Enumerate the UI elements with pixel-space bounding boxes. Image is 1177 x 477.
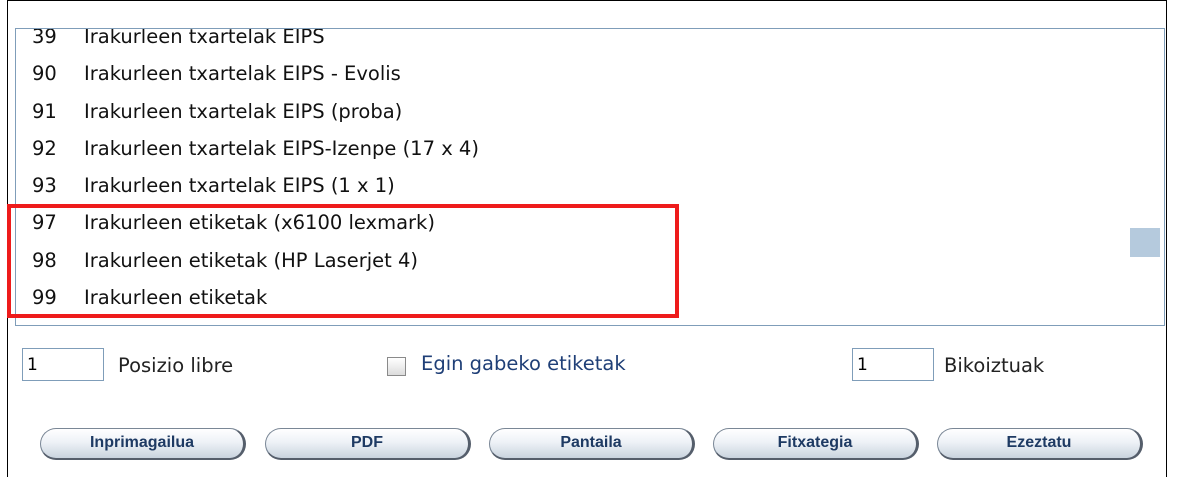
list-item[interactable]: 91 Irakurleen txartelak EIPS (proba) — [16, 93, 1124, 130]
item-name: Irakurleen txartelak EIPS-Izenpe (17 x 4… — [84, 136, 479, 160]
unprinted-labels-label[interactable]: Egin gabeko etiketak — [421, 352, 626, 375]
item-name: Irakurleen txartelak EIPS - Evolis — [84, 62, 401, 86]
item-name: Irakurleen txartelak EIPS — [84, 28, 325, 48]
free-position-input[interactable] — [22, 348, 104, 381]
list-item[interactable]: 39 Irakurleen txartelak EIPS — [16, 28, 1124, 55]
list-item[interactable]: 93 Irakurleen txartelak EIPS (1 x 1) — [16, 167, 1124, 204]
item-name: Irakurleen etiketak — [84, 286, 268, 310]
file-button[interactable]: Fitxategia — [713, 428, 919, 460]
label-format-list[interactable]: 39 Irakurleen txartelak EIPS 90 Irakurleen… — [15, 28, 1165, 326]
list-item[interactable]: 97 Irakurleen etiketak (x6100 lexmark) — [16, 204, 1124, 241]
screen-button[interactable]: Pantaila — [489, 428, 695, 460]
pdf-button[interactable]: PDF — [265, 428, 471, 460]
free-position-label: Posizio libre — [118, 354, 234, 377]
list-item[interactable]: 98 Irakurleen etiketak (HP Laserjet 4) — [16, 242, 1124, 279]
item-name: Irakurleen etiketak (HP Laserjet 4) — [84, 248, 418, 272]
list-items-container: 39 Irakurleen txartelak EIPS 90 Irakurleen… — [16, 28, 1124, 316]
duplicates-label: Bikoiztuak — [944, 354, 1045, 377]
item-code: 97 — [32, 211, 57, 235]
cancel-button[interactable]: Ezeztatu — [937, 428, 1143, 460]
list-item[interactable]: 99 Irakurleen etiketak — [16, 279, 1124, 316]
item-name: Irakurleen etiketak (x6100 lexmark) — [84, 211, 435, 235]
item-code: 98 — [32, 248, 57, 272]
item-code: 39 — [32, 28, 57, 48]
list-item[interactable]: 90 Irakurleen txartelak EIPS - Evolis — [16, 55, 1124, 92]
item-code: 99 — [32, 286, 57, 310]
item-code: 92 — [32, 136, 57, 160]
printer-button[interactable]: Inprimagailua — [40, 428, 246, 460]
item-name: Irakurleen txartelak EIPS (proba) — [84, 99, 403, 123]
item-name: Irakurleen txartelak EIPS (1 x 1) — [84, 174, 395, 198]
duplicates-input[interactable] — [852, 348, 934, 381]
item-code: 93 — [32, 174, 57, 198]
item-code: 90 — [32, 62, 57, 86]
scrollbar-thumb[interactable] — [1130, 228, 1160, 257]
list-item[interactable]: 92 Irakurleen txartelak EIPS-Izenpe (17 x… — [16, 130, 1124, 167]
unprinted-labels-checkbox[interactable] — [387, 357, 406, 376]
item-code: 91 — [32, 99, 57, 123]
